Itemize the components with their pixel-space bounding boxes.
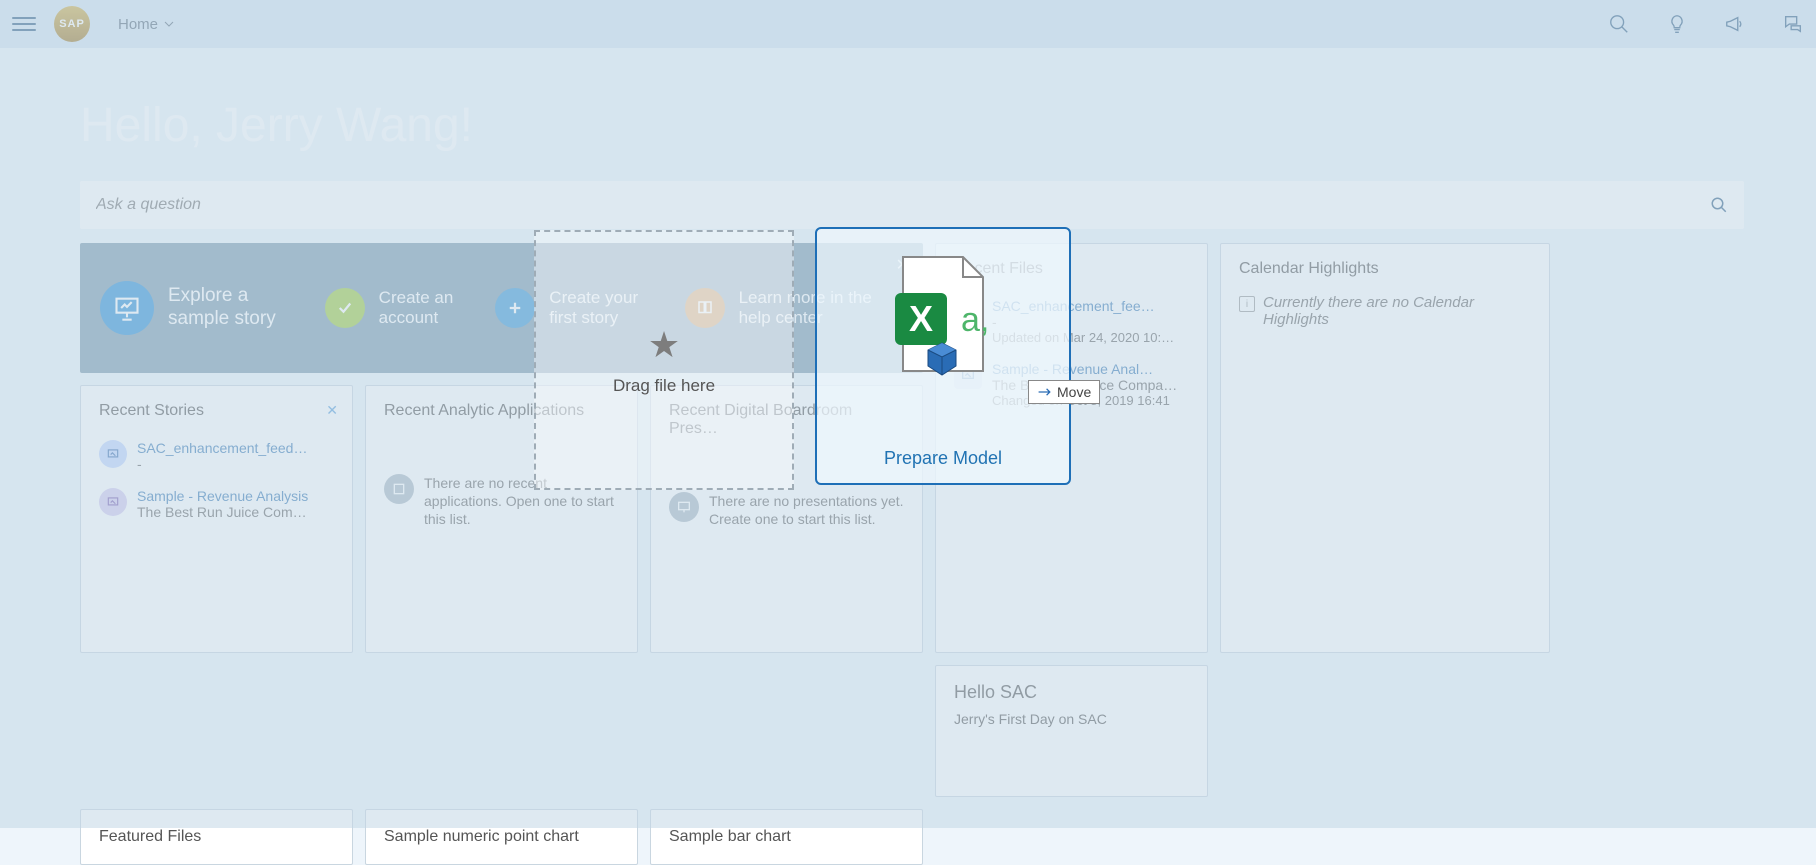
bar-title: Sample bar chart [669, 828, 904, 846]
sap-logo: SAP [54, 6, 90, 42]
story-title: SAC_enhancement_feed… [137, 440, 307, 456]
story-item[interactable]: SAC_enhancement_feed… - [99, 432, 334, 480]
move-badge: Move [1028, 380, 1100, 404]
account-label: Create an account [379, 288, 478, 329]
check-icon [325, 288, 365, 328]
getting-started-banner: Explore a sample story Create an account… [80, 243, 923, 373]
search-bar [80, 181, 1744, 229]
hello-sub: Jerry's First Day on SAC [954, 711, 1189, 727]
featured-title: Featured Files [99, 828, 334, 846]
bulb-icon[interactable] [1666, 13, 1688, 35]
chevron-down-icon [164, 21, 174, 27]
calendar-highlights-panel: Calendar Highlights i Currently there ar… [1220, 243, 1550, 653]
presentation-icon [669, 492, 699, 522]
prepare-model-label: Prepare Model [817, 448, 1069, 469]
story-sub: - [137, 456, 307, 472]
star-icon: ★ [648, 324, 680, 366]
svg-text:a,: a, [961, 301, 989, 339]
numeric-title: Sample numeric point chart [384, 828, 619, 846]
info-icon: i [1239, 296, 1255, 312]
presentation-icon [100, 281, 154, 335]
story-icon [99, 488, 127, 516]
drop-zone[interactable]: ★ Drag file here [534, 230, 794, 490]
close-icon[interactable]: ✕ [326, 402, 338, 419]
plus-icon [495, 288, 535, 328]
story-icon [99, 440, 127, 468]
app-icon [384, 474, 414, 504]
hello-title: Hello SAC [954, 682, 1189, 703]
top-icon-bar [1608, 13, 1804, 35]
prepare-model-card[interactable]: X a, Prepare Model [815, 227, 1071, 485]
explore-label: Explore a sample story [168, 285, 307, 331]
recent-stories-panel: Recent Stories ✕ SAC_enhancement_feed… -… [80, 385, 353, 653]
announcement-icon[interactable] [1724, 13, 1746, 35]
chat-icon[interactable] [1782, 13, 1804, 35]
stories-title: Recent Stories [99, 402, 334, 420]
calendar-title: Calendar Highlights [1239, 260, 1531, 278]
model-cube-icon [922, 339, 962, 379]
story-sub: The Best Run Juice Com… [137, 504, 308, 520]
story-title: Sample - Revenue Analysis [137, 488, 308, 504]
home-dropdown[interactable]: Home [118, 16, 174, 33]
create-account[interactable]: Create an account [325, 288, 478, 329]
drop-label: Drag file here [613, 376, 715, 396]
pres-empty-text: There are no presentations yet. Create o… [709, 492, 904, 528]
story-item[interactable]: Sample - Revenue Analysis The Best Run J… [99, 480, 334, 528]
top-bar: SAP Home [0, 0, 1816, 48]
menu-button[interactable] [12, 12, 36, 36]
search-icon[interactable] [1608, 13, 1630, 35]
search-input[interactable] [96, 196, 1710, 214]
sample-bar-chart-panel: Sample bar chart [650, 809, 923, 865]
move-label: Move [1057, 384, 1091, 400]
arrow-right-icon [1037, 386, 1053, 398]
home-label: Home [118, 16, 158, 33]
sample-numeric-chart-panel: Sample numeric point chart [365, 809, 638, 865]
hello-sac-panel: Hello SAC Jerry's First Day on SAC [935, 665, 1208, 797]
search-icon[interactable] [1710, 196, 1728, 214]
featured-files-panel: Featured Files [80, 809, 353, 865]
calendar-empty-text: Currently there are no Calendar Highligh… [1263, 294, 1531, 328]
greeting-text: Hello, Jerry Wang! [80, 98, 1744, 153]
explore-sample-story[interactable]: Explore a sample story [100, 281, 307, 335]
svg-text:X: X [909, 298, 933, 339]
